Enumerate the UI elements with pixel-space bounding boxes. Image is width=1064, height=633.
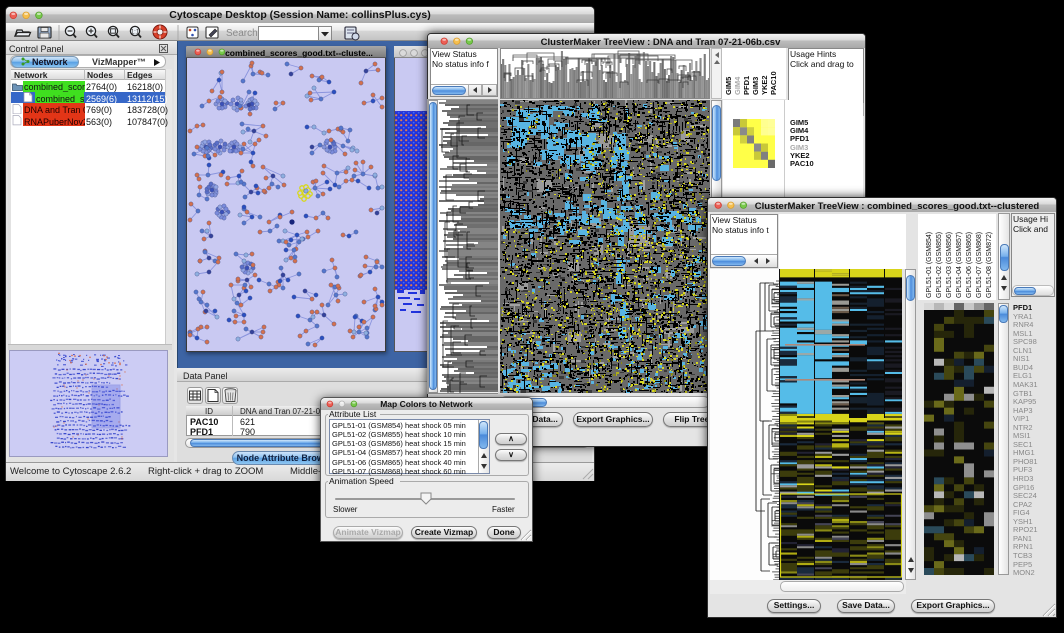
- svg-text:GPL51-01 (GSM854): GPL51-01 (GSM854): [926, 232, 933, 298]
- svg-text:GPL51-03 (GSM856): GPL51-03 (GSM856): [946, 232, 953, 298]
- svg-text:GIM5: GIM5: [724, 77, 733, 95]
- svg-text:GPL51-06 (GSM865): GPL51-06 (GSM865): [966, 232, 973, 298]
- svg-text:GIM4: GIM4: [733, 76, 742, 95]
- svg-text:1:1: 1:1: [131, 29, 140, 35]
- svg-text:GPL51-04 (GSM857): GPL51-04 (GSM857): [956, 232, 963, 298]
- svg-text:PAC10: PAC10: [769, 71, 778, 95]
- svg-text:PFD1: PFD1: [742, 76, 751, 95]
- svg-text:GPL51-07 (GSM868): GPL51-07 (GSM868): [976, 232, 983, 298]
- svg-text:GPL51-08 (GSM872): GPL51-08 (GSM872): [986, 232, 993, 298]
- svg-text:YKE2: YKE2: [760, 75, 769, 95]
- svg-text:GIM3: GIM3: [751, 77, 760, 95]
- svg-text:GPL51-02 (GSM855): GPL51-02 (GSM855): [936, 232, 943, 298]
